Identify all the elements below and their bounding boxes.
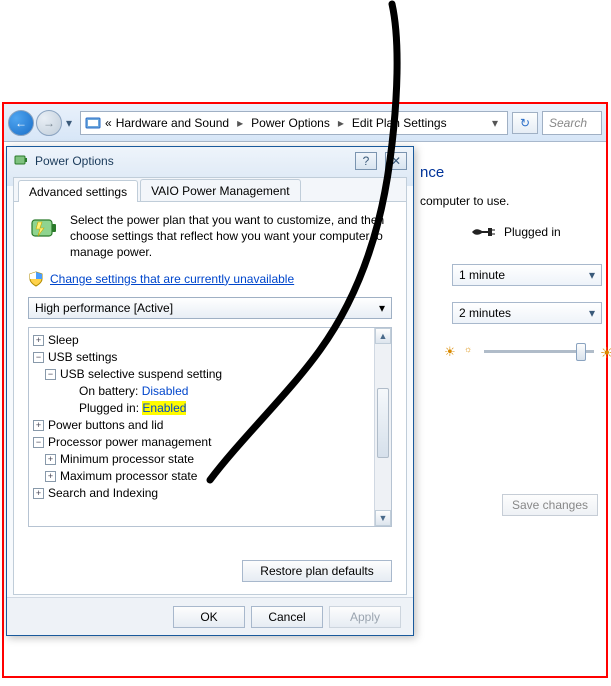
plug-icon <box>470 224 496 240</box>
power-options-dialog: Power Options ? ✕ Advanced settings VAIO… <box>6 146 414 636</box>
tab-label: VAIO Power Management <box>151 184 290 198</box>
apply-label: Apply <box>350 610 380 624</box>
tree-usb-suspend[interactable]: USB selective suspend setting <box>60 367 222 381</box>
power-plan-value: High performance [Active] <box>35 301 173 315</box>
chevron-right-icon: ▸ <box>233 116 247 130</box>
ok-label: OK <box>200 610 217 624</box>
settings-tree[interactable]: +Sleep −USB settings −USB selective susp… <box>29 328 373 526</box>
forward-button[interactable]: → <box>36 110 62 136</box>
tab-advanced-settings[interactable]: Advanced settings <box>18 180 138 202</box>
battery-small-icon <box>13 152 29 171</box>
power-plan-select[interactable]: High performance [Active] ▾ <box>28 297 392 319</box>
restore-defaults-button[interactable]: Restore plan defaults <box>242 560 392 582</box>
tree-search-indexing[interactable]: Search and Indexing <box>48 486 158 500</box>
explorer-nav-bar: ← → ▾ « Hardware and Sound ▸ Power Optio… <box>4 104 606 142</box>
sun-bright-icon: ☀ <box>600 344 611 358</box>
tree-min-processor[interactable]: Minimum processor state <box>60 452 194 466</box>
dialog-title: Power Options <box>35 154 347 168</box>
close-button[interactable]: ✕ <box>385 152 407 170</box>
save-changes-button[interactable]: Save changes <box>502 494 598 516</box>
restore-defaults-label: Restore plan defaults <box>260 564 373 578</box>
search-input[interactable]: Search <box>542 111 602 135</box>
battery-icon <box>28 212 60 244</box>
slider-thumb[interactable] <box>576 343 586 361</box>
help-icon: ? <box>363 154 370 168</box>
plugged-in-label: Plugged in: <box>79 401 139 415</box>
chevron-right-icon: ▸ <box>334 116 348 130</box>
cancel-label: Cancel <box>268 610 305 624</box>
tree-max-processor[interactable]: Maximum processor state <box>60 469 197 483</box>
collapse-toggle[interactable]: − <box>33 352 44 363</box>
dim-display-select[interactable]: 1 minute ▾ <box>452 264 602 286</box>
back-button[interactable]: ← <box>8 110 34 136</box>
tab-label: Advanced settings <box>29 185 127 199</box>
dialog-titlebar[interactable]: Power Options ? ✕ <box>7 147 413 175</box>
dim-display-value: 1 minute <box>459 268 505 282</box>
settings-tree-container: +Sleep −USB settings −USB selective susp… <box>28 327 392 527</box>
page-description-partial: computer to use. <box>420 194 509 208</box>
collapse-toggle[interactable]: − <box>45 369 56 380</box>
intro-text: Select the power plan that you want to c… <box>70 212 392 261</box>
chevron-down-icon: ▾ <box>589 268 595 282</box>
address-dropdown[interactable]: ▾ <box>487 116 503 130</box>
scroll-thumb[interactable] <box>377 388 389 458</box>
tree-usb-settings[interactable]: USB settings <box>48 350 117 364</box>
chevron-down-icon: ▾ <box>589 306 595 320</box>
breadcrumb-power-options[interactable]: Power Options <box>251 116 330 130</box>
breadcrumb-hardware[interactable]: Hardware and Sound <box>116 116 229 130</box>
help-button[interactable]: ? <box>355 152 377 170</box>
page-heading-partial: nce <box>420 164 444 181</box>
cancel-button[interactable]: Cancel <box>251 606 323 628</box>
plugged-in-column-header: Plugged in <box>470 224 561 240</box>
collapse-toggle[interactable]: − <box>33 437 44 448</box>
annotation-frame: ← → ▾ « Hardware and Sound ▸ Power Optio… <box>2 102 608 678</box>
expand-toggle[interactable]: + <box>33 420 44 431</box>
tree-power-buttons[interactable]: Power buttons and lid <box>48 418 163 432</box>
close-icon: ✕ <box>391 154 401 168</box>
tab-vaio-power[interactable]: VAIO Power Management <box>140 179 301 201</box>
turn-off-display-value: 2 minutes <box>459 306 511 320</box>
brightness-slider[interactable] <box>484 350 594 353</box>
breadcrumb-edit-plan[interactable]: Edit Plan Settings <box>352 116 447 130</box>
tree-processor-power[interactable]: Processor power management <box>48 435 211 449</box>
refresh-icon: ↻ <box>520 116 530 130</box>
shield-icon <box>28 271 44 287</box>
breadcrumb-prefix: « <box>105 116 112 130</box>
tree-sleep[interactable]: Sleep <box>48 333 79 347</box>
expand-toggle[interactable]: + <box>45 454 56 465</box>
on-battery-value[interactable]: Disabled <box>142 384 189 398</box>
on-battery-label: On battery: <box>79 384 138 398</box>
history-dropdown[interactable]: ▾ <box>62 113 76 133</box>
tab-strip: Advanced settings VAIO Power Management <box>14 178 406 202</box>
expand-toggle[interactable]: + <box>33 335 44 346</box>
uac-link-row: Change settings that are currently unava… <box>14 271 406 297</box>
arrow-left-icon: ← <box>15 116 27 130</box>
dialog-body: Advanced settings VAIO Power Management … <box>13 177 407 595</box>
turn-off-display-select[interactable]: 2 minutes ▾ <box>452 302 602 324</box>
save-changes-label: Save changes <box>512 498 588 512</box>
control-panel-icon <box>85 115 101 131</box>
search-placeholder: Search <box>549 116 587 130</box>
expand-toggle[interactable]: + <box>33 488 44 499</box>
chevron-down-icon: ▾ <box>379 301 385 315</box>
address-bar[interactable]: « Hardware and Sound ▸ Power Options ▸ E… <box>80 111 508 135</box>
sun-dim-icon: ☀ <box>444 344 458 358</box>
expand-toggle[interactable]: + <box>45 471 56 482</box>
plugged-in-value[interactable]: Enabled <box>142 401 186 415</box>
plugged-in-label: Plugged in <box>504 225 561 239</box>
refresh-button[interactable]: ↻ <box>512 112 538 134</box>
apply-button[interactable]: Apply <box>329 606 401 628</box>
intro-row: Select the power plan that you want to c… <box>14 202 406 271</box>
scroll-down-button[interactable]: ▼ <box>375 510 391 526</box>
tree-scrollbar[interactable]: ▲ ▼ <box>374 328 391 526</box>
arrow-right-icon: → <box>43 116 55 130</box>
sun-small-icon: ☼ <box>464 344 478 358</box>
brightness-slider-row: ☀ ☼ ☀ <box>444 344 611 358</box>
dialog-footer: OK Cancel Apply <box>7 597 413 635</box>
scroll-up-button[interactable]: ▲ <box>375 328 391 344</box>
ok-button[interactable]: OK <box>173 606 245 628</box>
change-unavailable-link[interactable]: Change settings that are currently unava… <box>50 272 294 286</box>
